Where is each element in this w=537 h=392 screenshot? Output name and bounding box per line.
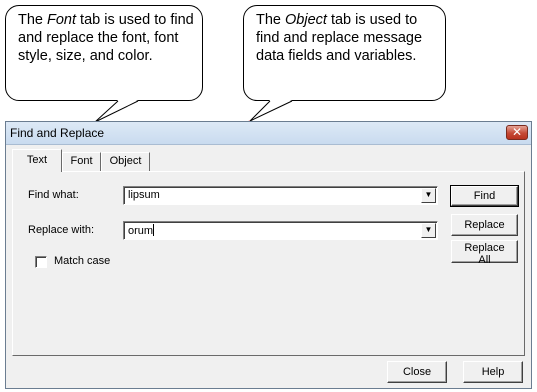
tab-text[interactable]: Text [12,149,62,172]
replace-dropdown-button[interactable]: ▼ [421,223,436,238]
replace-with-combo[interactable]: orum ▼ [123,221,438,240]
close-window-button[interactable]: ✕ [506,125,528,140]
tab-font[interactable]: Font [62,152,101,171]
callout-text-prefix: The [18,12,48,28]
find-button[interactable]: Find [450,185,519,207]
tab-label: Text [26,154,48,166]
close-button[interactable]: Close [387,361,447,383]
callout-emphasis: Object [285,12,327,28]
tab-label: Object [109,155,142,167]
find-what-combo[interactable]: lipsum ▼ [123,186,438,205]
find-dropdown-button[interactable]: ▼ [421,188,436,203]
font-tab-callout: The Font tab is used to find and replace… [5,5,203,101]
object-callout-tail-outline [249,100,293,122]
find-what-label: Find what: [28,189,79,201]
object-callout-tail [250,100,292,121]
match-case-checkbox[interactable] [35,256,47,268]
title-bar[interactable]: Find and Replace ✕ [6,122,531,145]
text-cursor [153,224,155,236]
replace-all-button[interactable]: Replace All [451,240,518,266]
font-callout-tail-outline [94,100,139,123]
font-callout-tail [95,100,138,122]
find-what-value: lipsum [128,189,160,201]
replace-with-value: orum [128,224,155,237]
close-icon: ✕ [511,125,523,139]
callout-emphasis: Font [47,12,77,28]
tab-object[interactable]: Object [101,152,150,171]
tab-label: Font [70,155,93,167]
find-replace-dialog: Find and Replace ✕ Text Font Object Find… [5,121,532,389]
replace-with-label: Replace with: [28,224,95,236]
help-button[interactable]: Help [463,361,523,383]
match-case-label[interactable]: Match case [54,255,110,267]
dialog-title: Find and Replace [10,126,105,140]
chevron-down-icon: ▼ [424,190,433,199]
object-tab-callout: The Object tab is used to find and repla… [243,5,446,101]
chevron-down-icon: ▼ [424,225,433,234]
replace-with-text: orum [128,225,154,237]
replace-button[interactable]: Replace [451,214,518,236]
callout-text-prefix: The [256,12,286,28]
